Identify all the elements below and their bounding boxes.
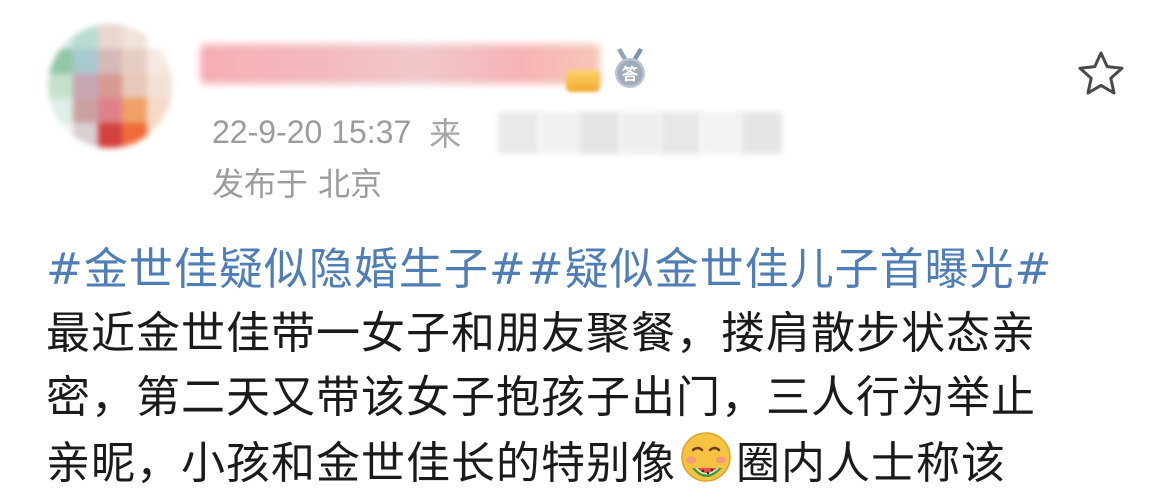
source-prefix: 来 xyxy=(429,116,462,152)
username[interactable] xyxy=(200,40,600,88)
timestamp: 22-9-20 15:37 xyxy=(212,113,412,150)
eating-watermelon-emoji xyxy=(681,432,731,482)
post-meta: 22-9-20 15:37 来 xyxy=(212,110,461,154)
star-outline-icon[interactable] xyxy=(1076,50,1126,96)
body-line: 亲昵，小孩和金世佳长的特别像 圈内人士称该 xyxy=(46,430,1156,494)
body-line: 密，第二天又带该女子抱孩子出门，三人行为举止 xyxy=(46,372,1036,423)
medal-char: 答 xyxy=(622,65,639,84)
topics-line: #金世佳疑似隐婚生子##疑似金世佳儿子首曝光# xyxy=(46,238,1156,302)
source-redacted xyxy=(498,112,783,154)
body-line: 最近金世佳带一女子和朋友聚餐，搂肩散步状态亲 xyxy=(46,308,1036,359)
answer-medal-icon: 答 xyxy=(615,48,645,88)
topic-link[interactable]: #金世佳疑似隐婚生子# xyxy=(46,244,527,295)
post-body: #金世佳疑似隐婚生子##疑似金世佳儿子首曝光# 最近金世佳带一女子和朋友聚餐，搂… xyxy=(46,238,1156,494)
topic-link[interactable]: #疑似金世佳儿子首曝光# xyxy=(527,244,1053,295)
vip-badge xyxy=(566,70,600,92)
body-text: 亲昵，小孩和金世佳长的特别像 xyxy=(46,438,676,489)
body-text: 圈内人士称该 xyxy=(736,438,1006,489)
username-redacted xyxy=(200,44,600,84)
avatar[interactable] xyxy=(48,24,172,148)
location: 发布于 北京 xyxy=(212,165,383,203)
